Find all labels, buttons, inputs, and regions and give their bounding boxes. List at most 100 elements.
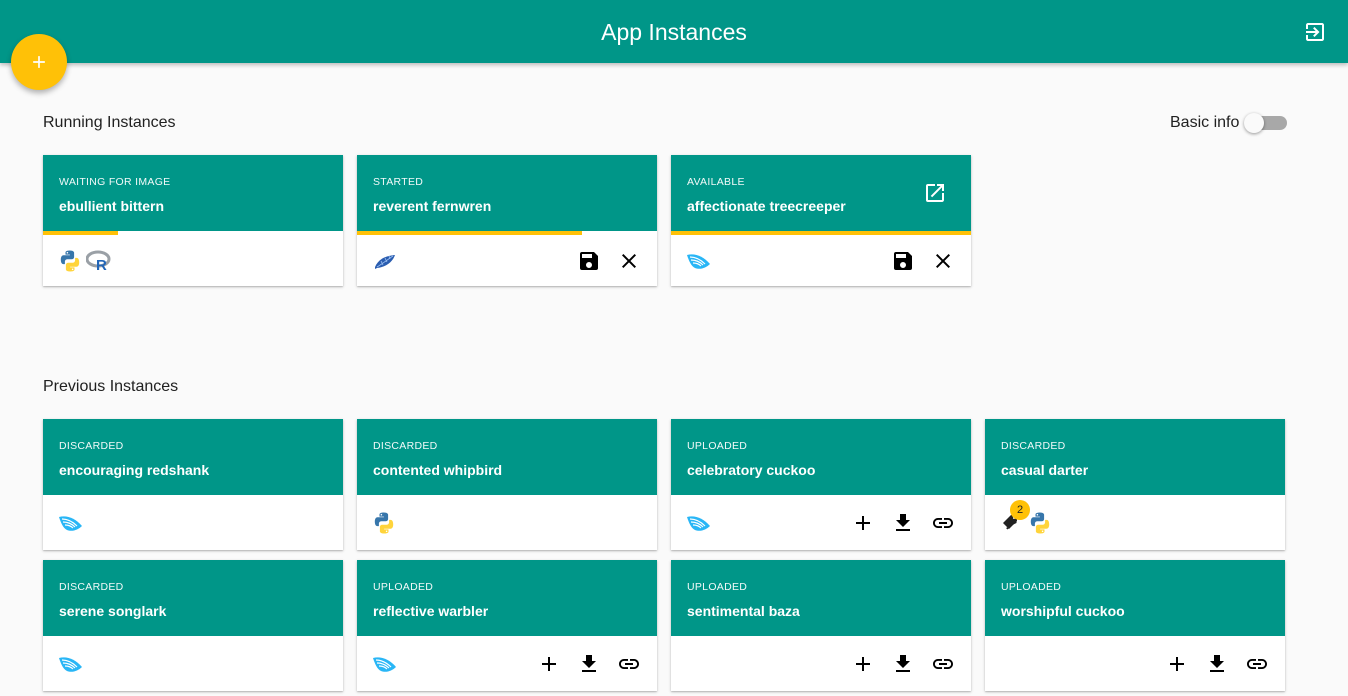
status-label: Uploaded bbox=[1001, 581, 1062, 593]
add-icon bbox=[1165, 652, 1189, 676]
copy-link-button[interactable] bbox=[1245, 652, 1269, 676]
language-icons bbox=[372, 636, 398, 691]
add-button[interactable] bbox=[851, 652, 875, 676]
download-icon bbox=[891, 511, 915, 535]
python-icon bbox=[372, 511, 396, 535]
copy-link-button[interactable] bbox=[931, 511, 955, 535]
card-actions bbox=[537, 636, 641, 691]
svg-text:R: R bbox=[96, 257, 107, 273]
language-icons bbox=[58, 636, 84, 691]
python-icon bbox=[1028, 511, 1052, 535]
add-instance-fab[interactable] bbox=[11, 34, 67, 90]
copy-link-button[interactable] bbox=[931, 652, 955, 676]
card-header: Discarded encouraging redshank bbox=[43, 419, 343, 495]
instance-card[interactable]: Discarded casual darter 2 bbox=[985, 419, 1285, 550]
card-body bbox=[43, 636, 343, 691]
instance-name: affectionate treecreeper bbox=[687, 198, 846, 214]
toggle-thumb bbox=[1244, 113, 1265, 133]
instance-name: reflective warbler bbox=[373, 603, 489, 619]
app-bar: App Instances bbox=[0, 0, 1348, 63]
status-label: Discarded bbox=[59, 581, 124, 593]
card-actions bbox=[851, 495, 955, 550]
instance-card[interactable]: Uploaded sentimental baza bbox=[671, 560, 971, 691]
instance-card[interactable]: Started reverent fernwren bbox=[357, 155, 657, 286]
language-icons bbox=[686, 235, 712, 286]
language-icons bbox=[372, 235, 398, 286]
card-actions bbox=[1165, 636, 1269, 691]
instance-name: casual darter bbox=[1001, 462, 1089, 478]
link-icon bbox=[617, 652, 641, 676]
instance-card[interactable]: Discarded encouraging redshank bbox=[43, 419, 343, 550]
tags-icon: 2 bbox=[1000, 499, 1030, 535]
status-label: Uploaded bbox=[687, 440, 748, 452]
card-body bbox=[671, 235, 971, 286]
add-button[interactable] bbox=[1165, 652, 1189, 676]
instance-name: celebratory cuckoo bbox=[687, 462, 816, 478]
card-body bbox=[985, 636, 1285, 691]
card-header: Uploaded reflective warbler bbox=[357, 560, 657, 636]
feather-icon bbox=[372, 249, 398, 273]
download-button[interactable] bbox=[1205, 652, 1229, 676]
wave-app-icon bbox=[686, 511, 712, 535]
language-icons: 2 bbox=[1000, 495, 1052, 550]
instance-card[interactable]: Waiting for image ebullient bittern R bbox=[43, 155, 343, 286]
download-button[interactable] bbox=[891, 511, 915, 535]
status-label: Discarded bbox=[1001, 440, 1066, 452]
add-icon bbox=[537, 652, 561, 676]
instance-card[interactable]: Uploaded worshipful cuckoo bbox=[985, 560, 1285, 691]
instance-name: ebullient bittern bbox=[59, 198, 164, 214]
close-button[interactable] bbox=[617, 249, 641, 273]
python-icon bbox=[58, 249, 82, 273]
close-button[interactable] bbox=[931, 249, 955, 273]
card-actions bbox=[891, 235, 955, 286]
instance-name: serene songlark bbox=[59, 603, 167, 619]
instance-card[interactable]: Discarded serene songlark bbox=[43, 560, 343, 691]
download-button[interactable] bbox=[891, 652, 915, 676]
wave-app-icon bbox=[58, 652, 84, 676]
basic-info-toggle-group: Basic info bbox=[1170, 113, 1288, 133]
instance-card[interactable]: Uploaded celebratory cuckoo bbox=[671, 419, 971, 550]
card-header: Discarded casual darter bbox=[985, 419, 1285, 495]
card-actions bbox=[851, 636, 955, 691]
running-instances-heading: Running Instances bbox=[43, 114, 176, 131]
instance-card[interactable]: Uploaded reflective warbler bbox=[357, 560, 657, 691]
instance-name: encouraging redshank bbox=[59, 462, 210, 478]
logout-button[interactable] bbox=[1301, 18, 1329, 46]
status-label: Waiting for image bbox=[59, 176, 171, 188]
open-in-new-icon[interactable] bbox=[923, 181, 947, 205]
instance-card[interactable]: Discarded contented whipbird bbox=[357, 419, 657, 550]
instance-name: sentimental baza bbox=[687, 603, 800, 619]
save-icon bbox=[891, 249, 915, 273]
card-body bbox=[43, 495, 343, 550]
card-header: Discarded serene songlark bbox=[43, 560, 343, 636]
save-button[interactable] bbox=[891, 249, 915, 273]
download-icon bbox=[1205, 652, 1229, 676]
card-header: Waiting for image ebullient bittern bbox=[43, 155, 343, 231]
download-icon bbox=[891, 652, 915, 676]
instance-name: reverent fernwren bbox=[373, 198, 492, 214]
card-body bbox=[357, 495, 657, 550]
status-label: Started bbox=[373, 176, 424, 188]
card-header: Available affectionate treecreeper bbox=[671, 155, 971, 231]
card-body bbox=[357, 636, 657, 691]
plus-icon bbox=[33, 56, 45, 68]
save-icon bbox=[577, 249, 601, 273]
add-button[interactable] bbox=[851, 511, 875, 535]
status-label: Discarded bbox=[373, 440, 438, 452]
instance-card[interactable]: Available affectionate treecreeper bbox=[671, 155, 971, 286]
close-icon bbox=[617, 249, 641, 273]
page-title: App Instances bbox=[601, 19, 747, 45]
card-header: Started reverent fernwren bbox=[357, 155, 657, 231]
exit-icon bbox=[1306, 23, 1324, 41]
save-button[interactable] bbox=[577, 249, 601, 273]
copy-link-button[interactable] bbox=[617, 652, 641, 676]
download-button[interactable] bbox=[577, 652, 601, 676]
add-button[interactable] bbox=[537, 652, 561, 676]
status-label: Discarded bbox=[59, 440, 124, 452]
instance-name: worshipful cuckoo bbox=[1001, 603, 1125, 619]
wave-app-icon bbox=[686, 249, 712, 273]
wave-app-icon bbox=[58, 511, 84, 535]
card-body: 2 bbox=[985, 495, 1285, 550]
basic-info-toggle[interactable] bbox=[1244, 113, 1288, 133]
language-icons bbox=[372, 495, 396, 550]
